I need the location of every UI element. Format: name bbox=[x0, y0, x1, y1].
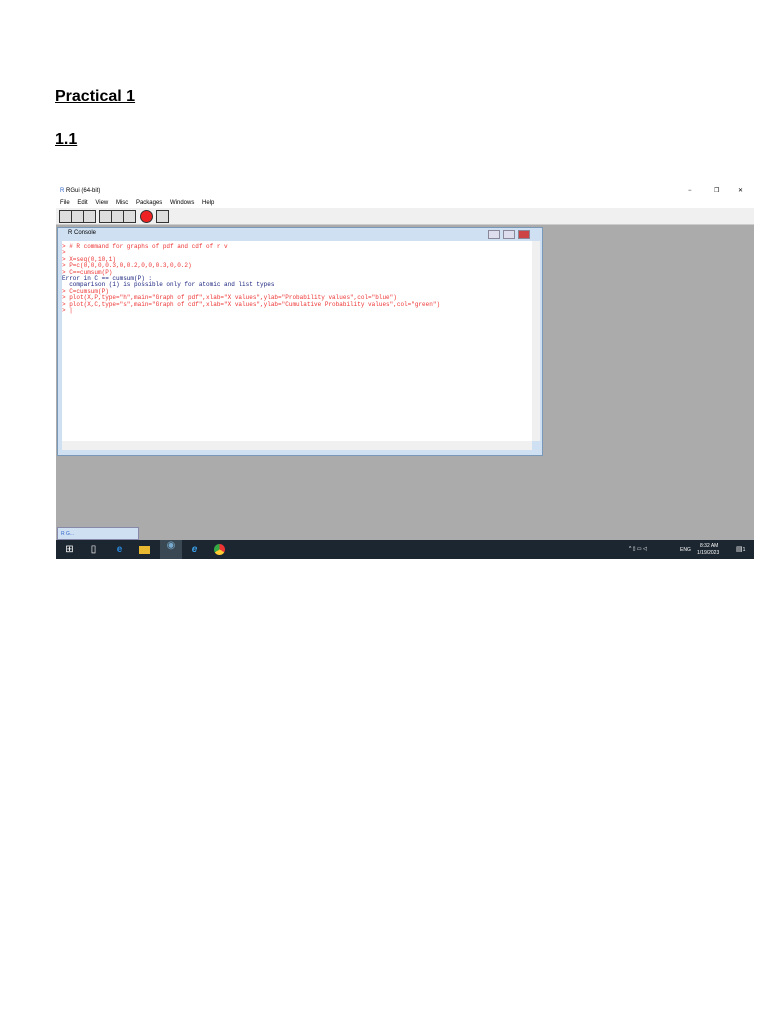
ie-icon[interactable]: e bbox=[189, 544, 200, 555]
minimize-button[interactable]: − bbox=[688, 184, 692, 198]
app-title: RGui (64-bit) bbox=[66, 188, 101, 194]
console-output[interactable]: > # R command for graphs of pdf and cdf … bbox=[62, 241, 532, 444]
print-icon[interactable] bbox=[156, 210, 169, 223]
horizontal-scrollbar[interactable] bbox=[62, 441, 532, 450]
start-icon[interactable]: ⊞ bbox=[64, 544, 75, 555]
menu-windows[interactable]: Windows bbox=[170, 200, 194, 206]
minimized-rgui-window[interactable]: R G... bbox=[57, 527, 139, 540]
menu-packages[interactable]: Packages bbox=[136, 200, 162, 206]
chrome-icon[interactable] bbox=[214, 544, 225, 555]
console-minimize-button[interactable] bbox=[488, 230, 500, 239]
r-logo-icon: R bbox=[60, 188, 65, 194]
menu-file[interactable]: File bbox=[60, 200, 70, 206]
restore-button[interactable]: ❐ bbox=[714, 184, 719, 198]
file-explorer-icon[interactable] bbox=[139, 546, 150, 554]
close-button[interactable]: ✕ bbox=[738, 184, 743, 198]
app-titlebar: R RGui (64-bit) − ❐ ✕ bbox=[56, 184, 754, 198]
toolbar bbox=[56, 208, 754, 225]
taskbar: ⊞ ▯ e ◉ e ^ ▯ ▭ ◁ ENG 8:32 AM 1/19/2023 … bbox=[56, 540, 754, 559]
task-view-icon[interactable]: ▯ bbox=[88, 544, 99, 555]
doc-title: Practical 1 bbox=[55, 88, 136, 105]
console-line: > | bbox=[62, 307, 73, 315]
clock-date[interactable]: 1/19/2023 bbox=[697, 550, 719, 556]
rgui-taskbar-icon[interactable]: ◉ bbox=[160, 540, 182, 559]
tray-icons[interactable]: ^ ▯ ▭ ◁ bbox=[629, 546, 647, 552]
menu-help[interactable]: Help bbox=[202, 200, 214, 206]
language-indicator[interactable]: ENG bbox=[680, 547, 691, 553]
copy-paste-icon[interactable] bbox=[123, 210, 136, 223]
notification-icon[interactable]: ▤1 bbox=[736, 545, 745, 553]
console-close-button[interactable] bbox=[518, 230, 530, 239]
notification-count: 1 bbox=[742, 547, 746, 553]
rgui-screenshot: R RGui (64-bit) − ❐ ✕ File Edit View Mis… bbox=[56, 184, 754, 559]
menu-misc[interactable]: Misc bbox=[116, 200, 128, 206]
clock-time[interactable]: 8:32 AM bbox=[700, 543, 718, 549]
section-heading: 1.1 bbox=[55, 131, 78, 148]
console-window: R Console > # R command for graphs of pd… bbox=[57, 227, 543, 456]
console-title: R Console bbox=[68, 230, 97, 236]
save-workspace-icon[interactable] bbox=[83, 210, 96, 223]
menu-view[interactable]: View bbox=[95, 200, 108, 206]
stop-icon[interactable] bbox=[140, 210, 153, 223]
edge-icon[interactable]: e bbox=[114, 544, 125, 555]
console-maximize-button[interactable] bbox=[503, 230, 515, 239]
menu-edit[interactable]: Edit bbox=[77, 200, 87, 206]
minimized-label: R G... bbox=[61, 531, 75, 537]
menu-bar: File Edit View Misc Packages Windows Hel… bbox=[56, 198, 754, 208]
vertical-scrollbar[interactable] bbox=[532, 241, 540, 441]
